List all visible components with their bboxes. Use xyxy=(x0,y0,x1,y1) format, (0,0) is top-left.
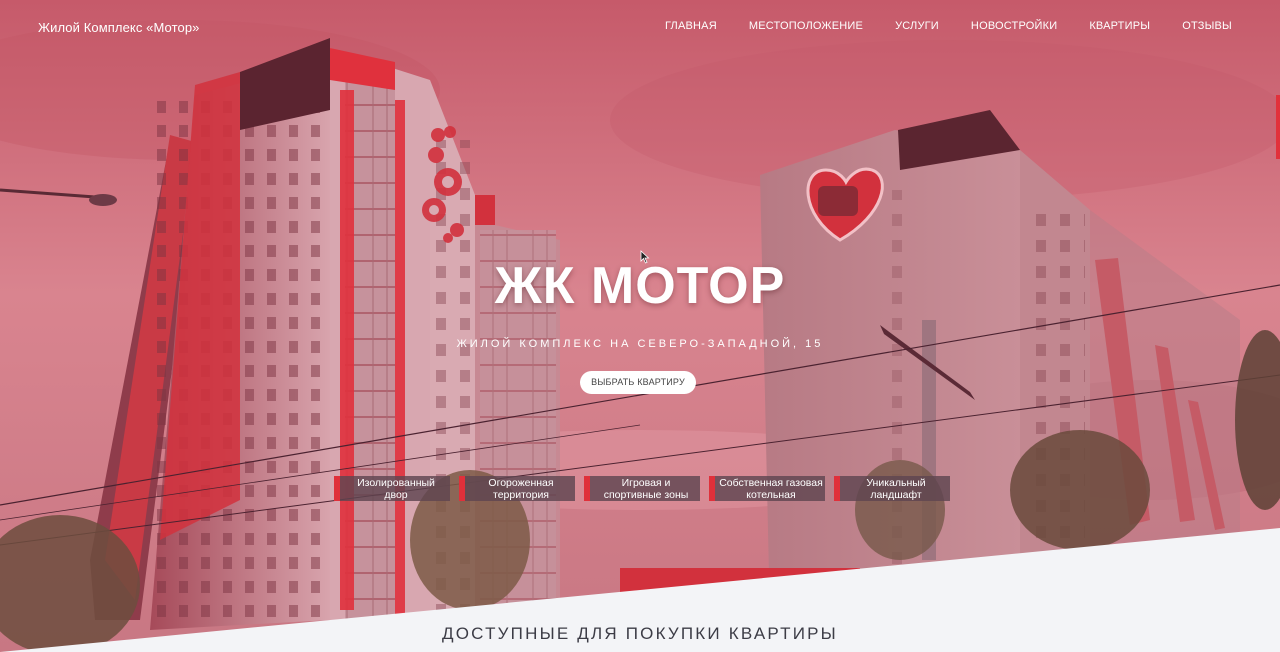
feature-label: Уникальный ландшафт xyxy=(866,476,926,501)
main-nav: ГЛАВНАЯ МЕСТОПОЛОЖЕНИЕ УСЛУГИ НОВОСТРОЙК… xyxy=(665,20,1232,32)
scrollbar-thumb[interactable] xyxy=(1276,95,1280,159)
feature-badge: Собственная газовая котельная xyxy=(709,476,825,501)
hero-subtitle: ЖИЛОЙ КОМПЛЕКС НА СЕВЕРО-ЗАПАДНОЙ, 15 xyxy=(456,338,824,350)
page: Жилой Комплекс «Мотор» ГЛАВНАЯ МЕСТОПОЛО… xyxy=(0,0,1280,652)
hero-illustration xyxy=(0,0,1280,652)
feature-badge: Игровая и спортивные зоны xyxy=(584,476,700,501)
feature-label: Собственная газовая котельная xyxy=(719,476,823,501)
nav-reviews[interactable]: ОТЗЫВЫ xyxy=(1182,20,1232,32)
feature-badges: Изолированный двор Огороженная территория … xyxy=(334,476,950,501)
accent-bar xyxy=(459,476,465,501)
nav-location[interactable]: МЕСТОПОЛОЖЕНИЕ xyxy=(749,20,863,32)
mouse-cursor-icon xyxy=(640,250,650,264)
nav-services[interactable]: УСЛУГИ xyxy=(895,20,939,32)
feature-badge: Огороженная территория xyxy=(459,476,575,501)
feature-badge: Изолированный двор xyxy=(334,476,450,501)
nav-apartments[interactable]: КВАРТИРЫ xyxy=(1089,20,1150,32)
nav-home[interactable]: ГЛАВНАЯ xyxy=(665,20,717,32)
accent-bar xyxy=(709,476,715,501)
accent-bar xyxy=(584,476,590,501)
accent-bar xyxy=(834,476,840,501)
hero-background xyxy=(0,0,1280,652)
accent-bar xyxy=(334,476,340,501)
feature-label: Огороженная территория xyxy=(488,476,554,501)
hero-title: ЖК МОТОР xyxy=(494,257,786,315)
feature-badge: Уникальный ландшафт xyxy=(834,476,950,501)
choose-apartment-button[interactable]: ВЫБРАТЬ КВАРТИРУ xyxy=(580,371,696,394)
brand-logo-text[interactable]: Жилой Комплекс «Мотор» xyxy=(38,20,200,35)
feature-label: Изолированный двор xyxy=(357,476,435,501)
nav-new-buildings[interactable]: НОВОСТРОЙКИ xyxy=(971,20,1057,32)
section-title: ДОСТУПНЫЕ ДЛЯ ПОКУПКИ КВАРТИРЫ xyxy=(442,624,838,643)
feature-label: Игровая и спортивные зоны xyxy=(603,476,689,501)
